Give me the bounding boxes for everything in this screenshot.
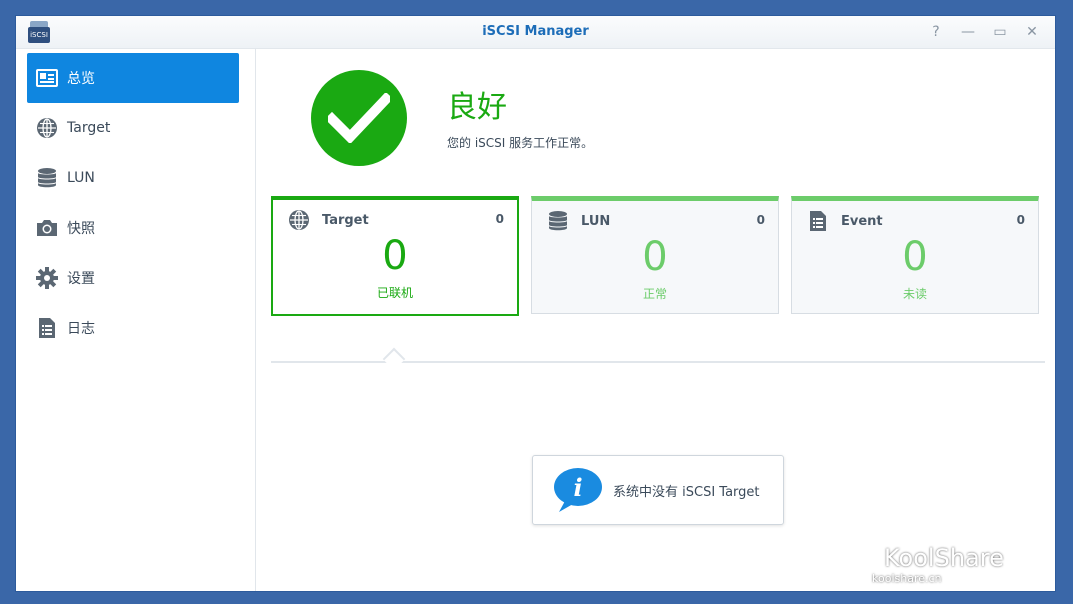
sidebar-item-label: 总览	[67, 71, 95, 87]
info-message: 系统中没有 iSCSI Target	[613, 484, 760, 500]
watermark-brand: KoolShare	[884, 544, 1004, 572]
log-icon	[36, 317, 58, 339]
sidebar-item-label: LUN	[67, 170, 95, 186]
selection-pointer	[382, 347, 406, 371]
card-count: 0	[756, 213, 765, 227]
info-icon: i	[554, 468, 602, 512]
status-title: 良好	[447, 90, 507, 125]
target-card[interactable]: Target 0 0 已联机	[271, 196, 519, 316]
database-icon	[547, 210, 569, 232]
svg-text:i: i	[573, 473, 582, 502]
status-ok-icon	[311, 70, 407, 166]
sidebar-item-label: 日志	[67, 321, 95, 337]
sidebar-item-label: 设置	[67, 271, 95, 287]
card-label: LUN	[581, 213, 611, 229]
koolshare-watermark: KoolShare koolshare.cn	[868, 514, 1058, 594]
card-value: 0	[902, 234, 928, 280]
card-subtitle: 已联机	[376, 286, 413, 300]
title-bar[interactable]: iSCSI iSCSI Manager ? — ▭ ✕	[16, 16, 1055, 49]
window-title: iSCSI Manager	[482, 24, 589, 39]
overview-icon	[36, 67, 58, 89]
iscsi-manager-window: iSCSI iSCSI Manager ? — ▭ ✕ 总览 Target LU…	[15, 15, 1056, 592]
sidebar-item-overview[interactable]: 总览	[27, 53, 239, 103]
card-label: Event	[841, 213, 883, 229]
sidebar-item-target[interactable]: Target	[27, 103, 239, 153]
status-description: 您的 iSCSI 服务工作正常。	[447, 136, 594, 150]
sidebar-item-label: Target	[67, 120, 111, 136]
card-value: 0	[382, 233, 408, 279]
sidebar-item-lun[interactable]: LUN	[27, 153, 239, 203]
empty-target-message: i 系统中没有 iSCSI Target	[532, 455, 784, 525]
card-value: 0	[642, 234, 668, 280]
watermark-url: koolshare.cn	[872, 572, 942, 585]
maximize-button[interactable]: ▭	[989, 22, 1011, 42]
minimize-button[interactable]: —	[957, 22, 979, 42]
globe-icon	[36, 117, 58, 139]
help-button[interactable]: ?	[925, 22, 947, 42]
sidebar-item-settings[interactable]: 设置	[27, 253, 239, 303]
lun-card[interactable]: LUN 0 0 正常	[531, 196, 779, 314]
card-count: 0	[1016, 213, 1025, 227]
card-label: Target	[322, 212, 369, 228]
card-subtitle: 未读	[902, 287, 927, 301]
event-card[interactable]: Event 0 0 未读	[791, 196, 1039, 314]
gear-icon	[36, 267, 58, 289]
sidebar: 总览 Target LUN 快照 设置 日志	[16, 49, 256, 591]
globe-icon	[288, 209, 310, 231]
sidebar-item-snapshot[interactable]: 快照	[27, 203, 239, 253]
card-count: 0	[495, 212, 504, 226]
camera-icon	[36, 217, 58, 239]
main-panel: 良好 您的 iSCSI 服务工作正常。 Target 0 0 已联机 LUN 0…	[256, 49, 1055, 591]
sidebar-item-log[interactable]: 日志	[27, 303, 239, 353]
database-icon	[36, 167, 58, 189]
card-subtitle: 正常	[642, 287, 667, 301]
sidebar-item-label: 快照	[67, 221, 95, 237]
close-button[interactable]: ✕	[1021, 22, 1043, 42]
document-icon	[807, 210, 829, 232]
